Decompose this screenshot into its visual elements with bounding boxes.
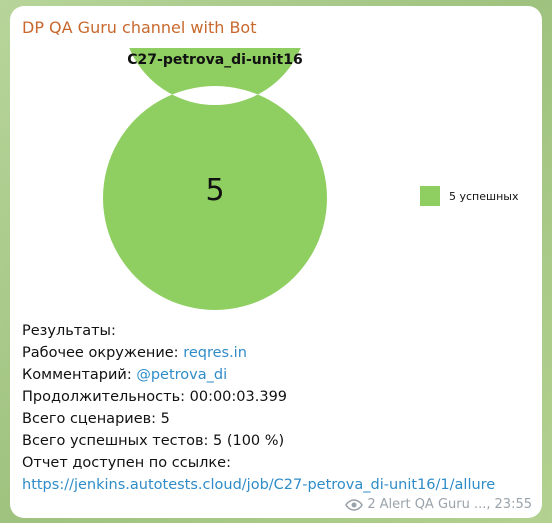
chart-center-label: 5	[205, 173, 225, 208]
author-signature: Alert QA Guru ...,	[379, 497, 491, 512]
duration-line: Продолжительность: 00:00:03.399	[22, 386, 532, 408]
test-results-chart: C27-petrova_di-unit16 5 5 успешных	[10, 48, 542, 313]
report-label: Отчет доступен по ссылке:	[22, 455, 231, 471]
environment-link[interactable]: reqres.in	[183, 345, 247, 361]
legend-swatch-passed	[420, 186, 440, 206]
message-text: Результаты: Рабочее окружение: reqres.in…	[22, 320, 532, 496]
passed-value: 5 (100 %)	[212, 433, 285, 449]
duration-value: 00:00:03.399	[189, 389, 288, 405]
sender-name[interactable]: DP QA Guru channel with Bot	[22, 18, 257, 37]
donut-chart	[102, 48, 327, 310]
chart-title: C27-petrova_di-unit16	[127, 52, 303, 68]
scenarios-value: 5	[160, 411, 170, 427]
scenarios-line: Всего сценариев: 5	[22, 408, 532, 430]
passed-label: Всего успешных тестов:	[22, 433, 209, 449]
duration-label: Продолжительность:	[22, 389, 186, 405]
passed-line: Всего успешных тестов: 5 (100 %)	[22, 430, 532, 452]
results-heading: Результаты:	[22, 323, 116, 339]
views-count: 2	[367, 497, 376, 512]
comment-line: Комментарий: @petrova_di	[22, 364, 532, 386]
comment-label: Комментарий:	[22, 367, 132, 383]
views-eye-icon	[345, 498, 364, 511]
environment-line: Рабочее окружение: reqres.in	[22, 342, 532, 364]
comment-mention[interactable]: @petrova_di	[136, 367, 227, 383]
environment-label: Рабочее окружение:	[22, 345, 179, 361]
report-link[interactable]: https://jenkins.autotests.cloud/job/C27-…	[22, 474, 532, 496]
message-footer: 2 Alert QA Guru ..., 23:55	[345, 497, 532, 512]
scenarios-label: Всего сценариев:	[22, 411, 157, 427]
chart-legend: 5 успешных	[420, 186, 518, 206]
legend-label-passed: 5 успешных	[449, 189, 519, 203]
message-bubble: DP QA Guru channel with Bot C27-petrova_…	[10, 6, 542, 518]
message-time: 23:55	[494, 497, 532, 512]
